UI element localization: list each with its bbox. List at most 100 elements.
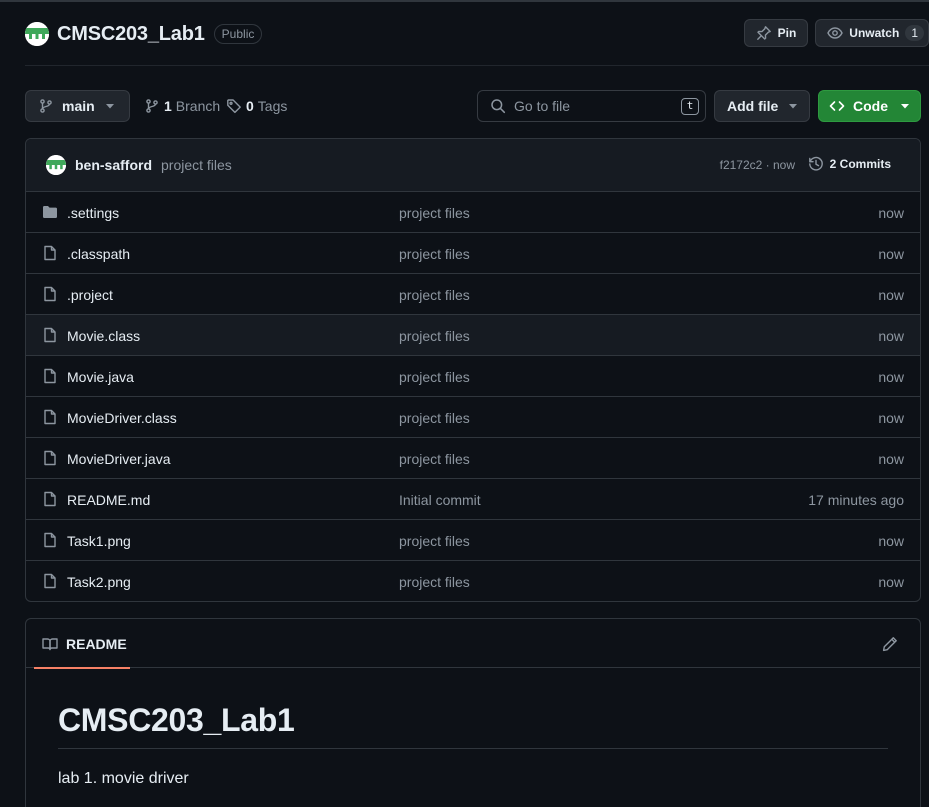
repo-header: CMSC203_Lab1 Public: [25, 20, 263, 48]
chevron-down-icon: [789, 104, 797, 109]
commit-author-avatar[interactable]: [46, 155, 66, 175]
file-name-link[interactable]: .classpath: [67, 246, 130, 262]
file-commit-age: now: [878, 246, 904, 262]
file-commit-message[interactable]: project files: [399, 369, 470, 385]
file-commit-message[interactable]: project files: [399, 451, 470, 467]
readme-tab-label: README: [66, 635, 127, 652]
branch-name: main: [62, 98, 95, 114]
file-icon: [42, 245, 58, 264]
readme-tabbar: README: [26, 619, 920, 669]
branches-link[interactable]: 1 Branch: [144, 90, 220, 122]
add-file-button[interactable]: Add file: [714, 90, 810, 122]
header-actions: Pin Unwatch 1: [743, 19, 929, 47]
book-icon: [42, 637, 58, 650]
file-commit-message[interactable]: project files: [399, 533, 470, 549]
go-to-file-input[interactable]: Go to file t: [477, 90, 706, 122]
file-name-link[interactable]: Movie.class: [67, 328, 140, 344]
history-icon: [808, 156, 823, 171]
file-row[interactable]: .project project files now: [26, 274, 920, 315]
file-commit-message[interactable]: project files: [399, 574, 470, 590]
tag-count: 0: [246, 98, 254, 114]
file-commit-age: now: [878, 533, 904, 549]
file-row[interactable]: MovieDriver.java project files now: [26, 438, 920, 479]
unwatch-label: Unwatch: [849, 26, 900, 40]
file-name-link[interactable]: Task2.png: [67, 574, 131, 590]
git-branch-icon: [40, 99, 52, 113]
file-row[interactable]: .classpath project files now: [26, 233, 920, 274]
file-commit-age: now: [878, 451, 904, 467]
unwatch-button[interactable]: Unwatch 1: [815, 19, 929, 47]
tab-readme[interactable]: README: [34, 619, 130, 669]
file-commit-message[interactable]: Initial commit: [399, 492, 481, 508]
readme-heading: CMSC203_Lab1: [58, 702, 888, 749]
pin-label: Pin: [777, 26, 797, 40]
file-name-link[interactable]: MovieDriver.java: [67, 451, 170, 467]
file-commit-message[interactable]: project files: [399, 287, 470, 303]
eye-icon: [827, 27, 844, 39]
file-row[interactable]: Task2.png project files now: [26, 561, 920, 601]
pencil-icon[interactable]: [882, 636, 898, 652]
file-name-link[interactable]: Movie.java: [67, 369, 134, 385]
top-border: [0, 0, 929, 2]
file-commit-message[interactable]: project files: [399, 410, 470, 426]
code-label: Code: [853, 98, 888, 114]
file-name-link[interactable]: README.md: [67, 492, 150, 508]
tag-icon: [227, 99, 241, 114]
search-shortcut-key: t: [681, 98, 699, 115]
branch-bar: main 1 Branch 0 Tags Go to file t Add fi…: [25, 90, 921, 122]
file-icon: [42, 327, 58, 346]
code-button[interactable]: Code: [818, 90, 921, 122]
file-name-link[interactable]: .settings: [67, 205, 119, 221]
file-commit-age: now: [878, 369, 904, 385]
readme-body-text: lab 1. movie driver: [58, 770, 189, 787]
file-list: .settings project files now .classpath proje…: [26, 192, 920, 601]
file-row[interactable]: Movie.java project files now: [26, 356, 920, 397]
tags-link[interactable]: 0 Tags: [226, 90, 287, 122]
file-commit-age: now: [878, 410, 904, 426]
file-row[interactable]: Task1.png project files now: [26, 520, 920, 561]
file-commit-age: now: [878, 205, 904, 221]
commit-message[interactable]: project files: [161, 157, 232, 173]
file-commit-message[interactable]: project files: [399, 205, 470, 221]
file-row[interactable]: .settings project files now: [26, 192, 920, 233]
readme-panel: README CMSC203_Lab1 lab 1. movie driver: [25, 618, 921, 807]
file-row[interactable]: MovieDriver.class project files now: [26, 397, 920, 438]
commits-history-link[interactable]: 2 Commits: [808, 156, 891, 172]
branch-selector[interactable]: main: [25, 90, 130, 122]
file-commit-message[interactable]: project files: [399, 246, 470, 262]
file-icon: [42, 450, 58, 469]
pin-button[interactable]: Pin: [743, 19, 809, 47]
commit-hash-time[interactable]: f2172c2 · now: [720, 158, 795, 172]
file-name-link[interactable]: Task1.png: [67, 533, 131, 549]
branch-count: 1: [164, 98, 172, 114]
visibility-badge: Public: [213, 24, 263, 44]
search-icon: [491, 99, 506, 114]
file-row[interactable]: README.md Initial commit 17 minutes ago: [26, 479, 920, 520]
git-branch-icon: [146, 99, 158, 113]
owner-avatar[interactable]: [25, 22, 49, 46]
file-icon: [42, 532, 58, 551]
file-icon: [42, 491, 58, 510]
file-row[interactable]: Movie.class project files now: [26, 315, 920, 356]
file-name-link[interactable]: .project: [67, 287, 113, 303]
commits-count: 2 Commits: [829, 157, 891, 171]
pin-icon: [756, 26, 771, 40]
add-file-label: Add file: [727, 98, 779, 114]
tag-count-label: Tags: [257, 98, 288, 114]
folder-icon: [42, 204, 58, 223]
file-commit-age: now: [878, 574, 904, 590]
file-name-link[interactable]: MovieDriver.class: [67, 410, 177, 426]
file-icon: [42, 573, 58, 592]
file-table: ben-safford project files f2172c2 · now …: [25, 138, 921, 602]
repo-name[interactable]: CMSC203_Lab1: [57, 23, 205, 46]
file-icon: [42, 286, 58, 305]
commit-author[interactable]: ben-safford: [75, 157, 152, 173]
watch-count: 1: [905, 25, 924, 41]
header-divider: [25, 65, 929, 66]
file-icon: [42, 368, 58, 387]
file-commit-age: now: [878, 328, 904, 344]
code-icon: [829, 101, 845, 111]
chevron-down-icon: [901, 104, 909, 109]
file-icon: [42, 409, 58, 428]
file-commit-message[interactable]: project files: [399, 328, 470, 344]
